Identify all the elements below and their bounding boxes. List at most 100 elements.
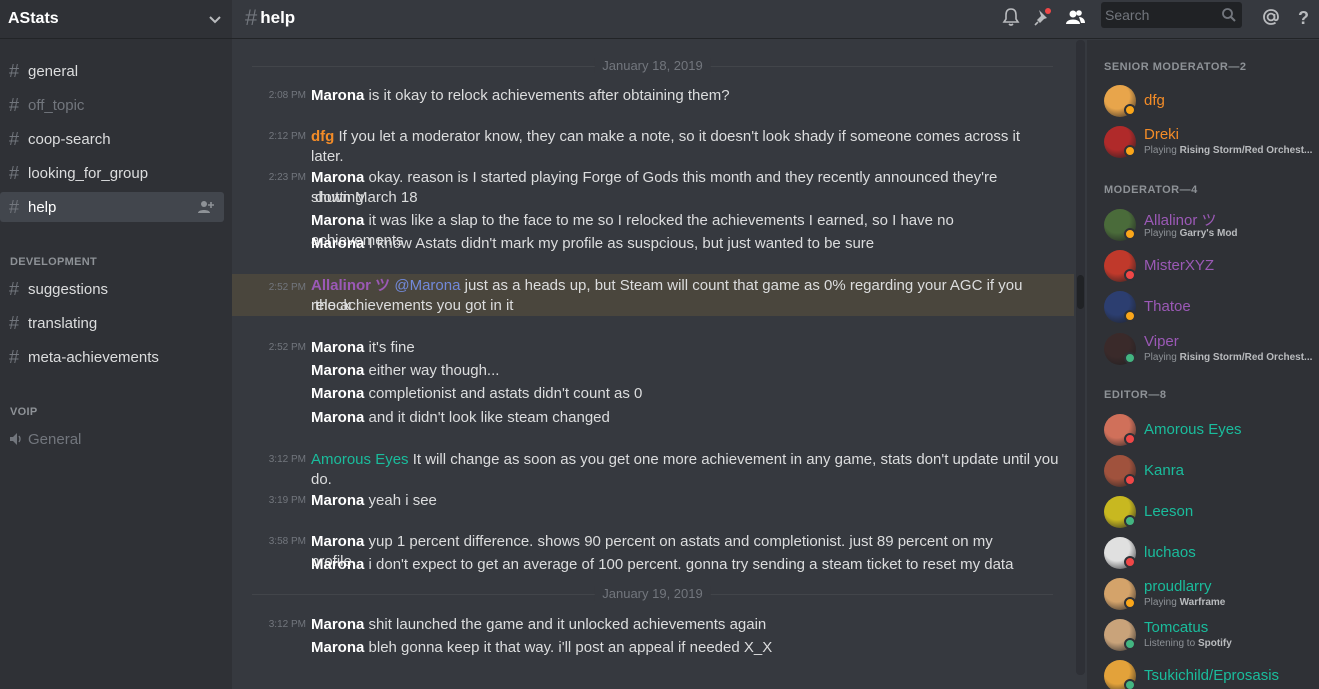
channel-off-topic[interactable]: # off_topic bbox=[0, 90, 224, 120]
date-divider-label: January 18, 2019 bbox=[594, 58, 711, 73]
message[interactable]: 2:12 PM dfg If you let a moderator know,… bbox=[232, 127, 1074, 165]
message-author[interactable]: Marona bbox=[311, 556, 364, 573]
add-member-icon[interactable] bbox=[198, 200, 214, 214]
server-name: AStats bbox=[8, 10, 59, 27]
member-list-icon[interactable] bbox=[1064, 6, 1086, 28]
message-author[interactable]: Marona bbox=[311, 212, 364, 229]
mentioned-message[interactable]: 2:52 PM Allalinor ツ @Marona just as a he… bbox=[232, 274, 1074, 316]
member-item[interactable]: luchaos bbox=[1104, 532, 1319, 572]
message-text: It will change as soon as you get one mo… bbox=[311, 451, 1059, 488]
channel-label: translating bbox=[28, 314, 98, 332]
message-group[interactable]: 3:12 PM Marona shit launched the game an… bbox=[232, 615, 1074, 661]
message-author[interactable]: Marona bbox=[311, 385, 364, 402]
channel-translating[interactable]: # translating bbox=[0, 308, 224, 338]
message-text: completionist and astats didn't count as… bbox=[368, 385, 643, 402]
message-author[interactable]: Marona bbox=[311, 362, 364, 379]
message-author[interactable]: Marona bbox=[311, 235, 364, 252]
user-mention[interactable]: @Marona bbox=[394, 277, 460, 294]
member-item[interactable]: Tomcatus Listening to Spotify bbox=[1104, 614, 1319, 654]
activity-prefix: Playing bbox=[1144, 597, 1177, 608]
member-name: Dreki bbox=[1144, 126, 1180, 143]
channel-label: suggestions bbox=[28, 280, 109, 298]
channel-name: help bbox=[260, 8, 296, 27]
hash-icon: # bbox=[9, 196, 20, 217]
member-group-header: EDITOR—8 bbox=[1104, 389, 1167, 401]
help-icon[interactable]: ? bbox=[1292, 6, 1314, 28]
scrollbar-thumb[interactable] bbox=[1077, 275, 1084, 309]
activity-prefix: Playing bbox=[1144, 145, 1177, 156]
member-item[interactable]: proudlarry Playing Warframe bbox=[1104, 573, 1319, 613]
hash-icon: # bbox=[9, 60, 20, 81]
category-development[interactable]: DEVELOPMENT bbox=[10, 256, 97, 268]
message-author[interactable]: dfg bbox=[311, 128, 334, 145]
channel-coop-search[interactable]: # coop-search bbox=[0, 124, 224, 154]
message-scrollbar[interactable] bbox=[1076, 40, 1085, 675]
hash-icon: # bbox=[9, 346, 20, 367]
status-indicator bbox=[1124, 145, 1136, 157]
message-group[interactable]: 2:52 PM Marona it's fine Marona either w… bbox=[232, 338, 1074, 430]
bell-icon[interactable] bbox=[1000, 6, 1022, 28]
channel-meta-achievements[interactable]: # meta-achievements bbox=[0, 342, 224, 372]
message-group[interactable]: 2:23 PM Marona okay. reason is I started… bbox=[232, 168, 1074, 252]
member-name: Tomcatus bbox=[1144, 619, 1209, 636]
member-item[interactable]: Kanra bbox=[1104, 450, 1319, 490]
channel-general[interactable]: # general bbox=[0, 56, 224, 86]
member-item[interactable]: Tsukichild/Eprosasis bbox=[1104, 655, 1319, 689]
message-author[interactable]: Marona bbox=[311, 492, 364, 509]
message-author[interactable]: Marona bbox=[311, 339, 364, 356]
timestamp: 3:19 PM bbox=[268, 495, 306, 506]
member-item[interactable]: MisterXYZ bbox=[1104, 245, 1319, 285]
category-voip[interactable]: VOIP bbox=[10, 406, 38, 418]
member-item[interactable]: Dreki Playing Rising Storm/Red Orchest... bbox=[1104, 121, 1319, 161]
channel-title: # help bbox=[245, 5, 295, 31]
member-activity: Playing Garry's Mod bbox=[1144, 228, 1319, 239]
server-header[interactable]: AStats bbox=[0, 0, 232, 39]
message-author[interactable]: Marona bbox=[311, 533, 364, 550]
channel-help[interactable]: # help bbox=[0, 192, 224, 222]
search-box[interactable] bbox=[1101, 2, 1242, 28]
member-name: Thatoe bbox=[1144, 298, 1191, 315]
message-author[interactable]: Marona bbox=[311, 616, 364, 633]
message-author[interactable]: Amorous Eyes bbox=[311, 451, 409, 468]
member-item[interactable]: Viper Playing Rising Storm/Red Orchest... bbox=[1104, 328, 1319, 368]
message-author[interactable]: Marona bbox=[311, 169, 364, 186]
message[interactable]: 3:12 PM Amorous Eyes It will change as s… bbox=[232, 450, 1074, 488]
date-divider: January 18, 2019 bbox=[252, 58, 1053, 73]
member-item[interactable]: Allalinor ツ Playing Garry's Mod bbox=[1104, 204, 1319, 244]
message-author[interactable]: Marona bbox=[311, 639, 364, 656]
pin-icon[interactable] bbox=[1032, 6, 1054, 28]
activity-name: Rising Storm/Red Orchest... bbox=[1179, 145, 1313, 156]
message-group[interactable]: 3:58 PM Marona yup 1 percent difference.… bbox=[232, 532, 1074, 578]
message-author[interactable]: Marona bbox=[311, 409, 364, 426]
timestamp: 3:12 PM bbox=[268, 454, 306, 465]
member-item[interactable]: dfg bbox=[1104, 80, 1319, 120]
chevron-down-icon[interactable] bbox=[208, 12, 222, 26]
member-item[interactable]: Leeson bbox=[1104, 491, 1319, 531]
message-text: yeah i see bbox=[368, 492, 437, 509]
channel-looking-for-group[interactable]: # looking_for_group bbox=[0, 158, 224, 188]
channel-suggestions[interactable]: # suggestions bbox=[0, 274, 224, 304]
message-text: bleh gonna keep it that way. i'll post a… bbox=[368, 639, 773, 656]
status-indicator bbox=[1124, 515, 1136, 527]
member-item[interactable]: Amorous Eyes bbox=[1104, 409, 1319, 449]
mention-icon[interactable] bbox=[1260, 6, 1282, 28]
hash-icon: # bbox=[9, 128, 20, 149]
member-name: Viper bbox=[1144, 333, 1179, 350]
voice-channel-general[interactable]: General bbox=[0, 424, 224, 454]
channel-label: meta-achievements bbox=[28, 348, 159, 366]
member-item[interactable]: Thatoe bbox=[1104, 286, 1319, 326]
member-group-header: MODERATOR—4 bbox=[1104, 184, 1198, 196]
search-input[interactable] bbox=[1105, 7, 1215, 23]
message-text: the achievements you got in it bbox=[315, 297, 514, 314]
message-author[interactable]: Allalinor ツ bbox=[311, 277, 390, 294]
message-author[interactable]: Marona bbox=[311, 87, 364, 104]
message-text: If you let a moderator know, they can ma… bbox=[311, 128, 1021, 165]
activity-name: Garry's Mod bbox=[1179, 228, 1238, 239]
message[interactable]: 2:08 PM Marona is it okay to relock achi… bbox=[232, 86, 1074, 110]
message[interactable]: 3:19 PM Marona yeah i see bbox=[232, 491, 1074, 515]
member-name: MisterXYZ bbox=[1144, 257, 1215, 274]
member-name: dfg bbox=[1144, 92, 1165, 109]
date-divider-label: January 19, 2019 bbox=[594, 586, 711, 601]
member-name: Leeson bbox=[1144, 503, 1194, 520]
channel-label: looking_for_group bbox=[28, 164, 149, 182]
